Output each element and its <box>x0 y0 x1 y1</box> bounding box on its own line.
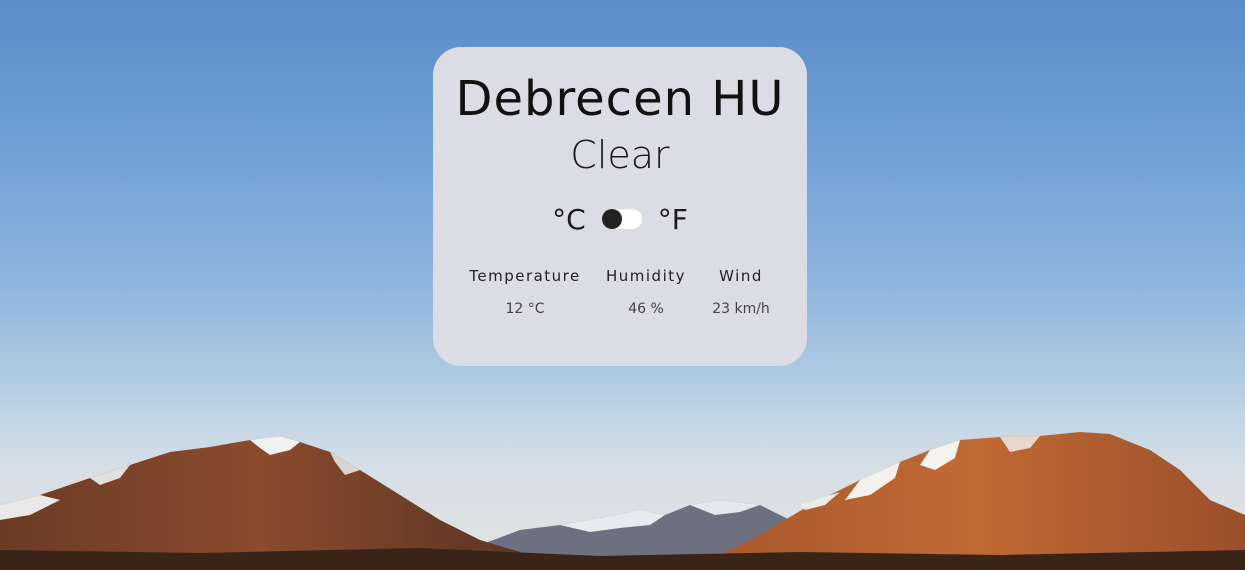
stat-humidity: Humidity 46 % <box>606 267 686 317</box>
fahrenheit-label[interactable]: °F <box>658 203 688 236</box>
stat-value: 23 km/h <box>712 301 770 317</box>
background-scene: Debrecen HU Clear °C °F Temperature 12 °… <box>0 0 1245 570</box>
toggle-knob <box>601 209 622 229</box>
unit-toggle-switch[interactable] <box>601 209 642 229</box>
city-title: Debrecen HU <box>455 71 785 127</box>
stat-temperature: Temperature 12 °C <box>469 267 581 317</box>
stat-value: 12 °C <box>505 301 545 317</box>
weather-card: Debrecen HU Clear °C °F Temperature 12 °… <box>433 47 807 366</box>
weather-stats: Temperature 12 °C Humidity 46 % Wind 23 … <box>433 267 807 337</box>
stat-value: 46 % <box>628 301 664 317</box>
stat-wind: Wind 23 km/h <box>712 267 770 317</box>
celsius-label[interactable]: °C <box>552 203 586 236</box>
unit-toggle-row: °C °F <box>433 201 807 237</box>
stat-label: Temperature <box>469 267 581 285</box>
stat-label: Wind <box>719 267 763 285</box>
stat-label: Humidity <box>605 267 687 285</box>
weather-condition: Clear <box>570 133 670 177</box>
